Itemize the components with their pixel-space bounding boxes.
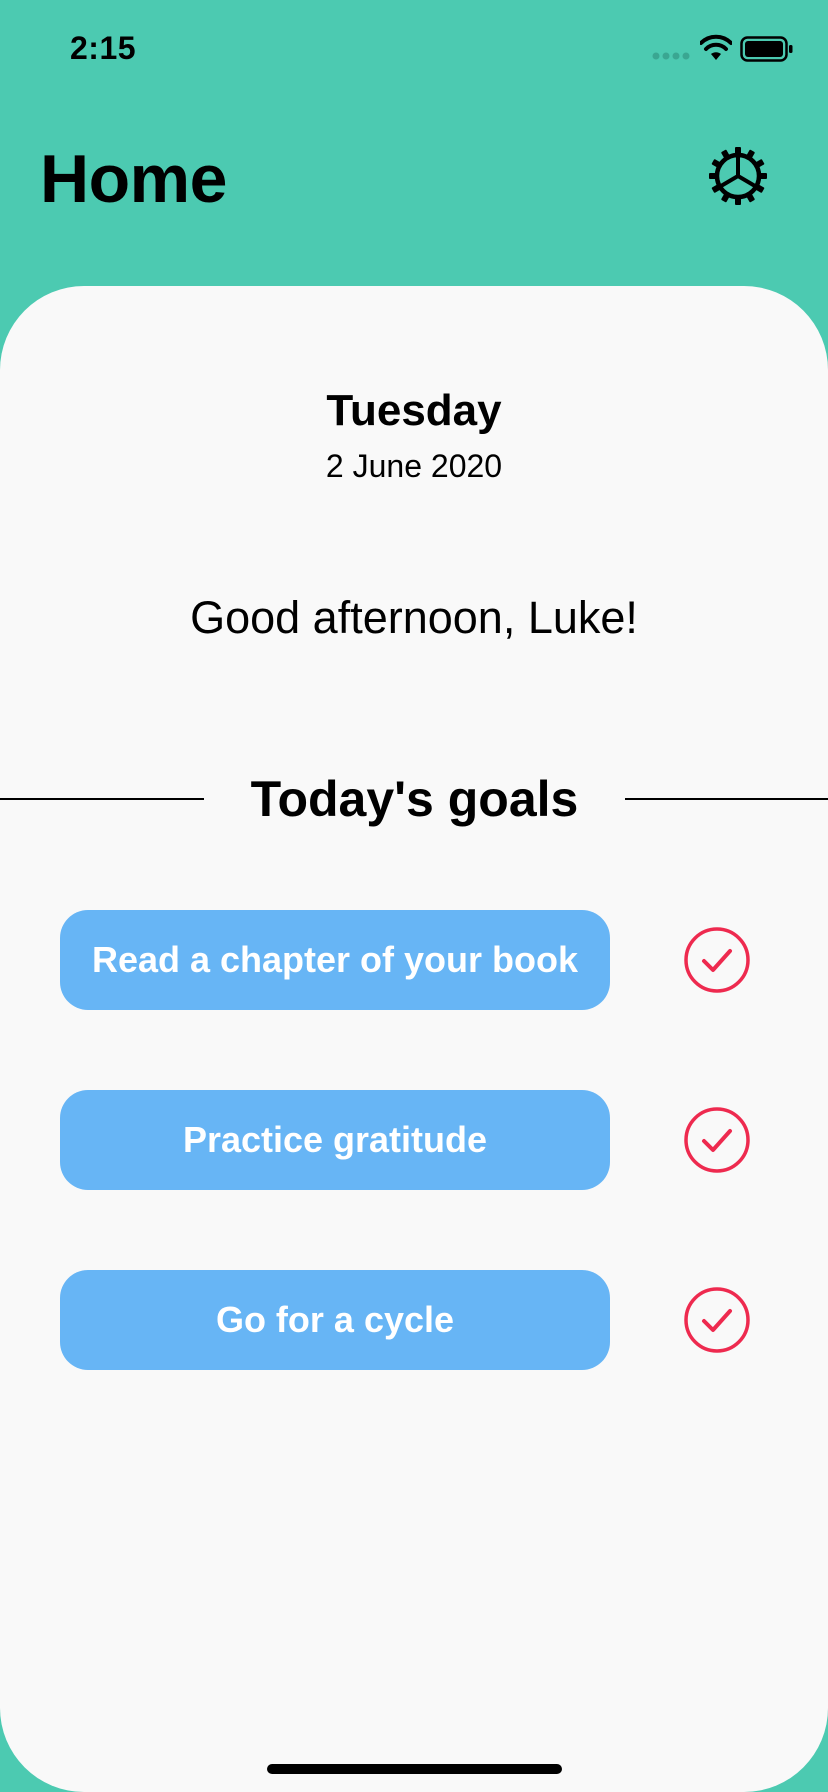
status-time: 2:15	[70, 30, 137, 66]
settings-button[interactable]	[706, 144, 770, 208]
goal-row: Read a chapter of your book	[60, 910, 768, 1010]
check-circle-icon[interactable]	[683, 1286, 751, 1354]
greeting-text: Good afternoon, Luke!	[190, 592, 638, 643]
goal-button[interactable]: Read a chapter of your book	[60, 910, 610, 1010]
home-indicator[interactable]	[267, 1764, 562, 1774]
section-divider-right	[625, 798, 828, 800]
gear-icon	[709, 147, 767, 205]
date-label: 2 June 2020	[325, 448, 503, 484]
page-title: Home	[40, 141, 227, 217]
battery-icon	[740, 36, 793, 62]
status-bar: 2:15	[0, 0, 828, 96]
home-card: Tuesday 2 June 2020 Good afternoon, Luke…	[0, 286, 828, 1792]
day-label: Tuesday	[326, 386, 502, 435]
goal-row: Go for a cycle	[60, 1270, 768, 1370]
goal-button[interactable]: Go for a cycle	[60, 1270, 610, 1370]
goal-button[interactable]: Practice gratitude	[60, 1090, 610, 1190]
cellular-signal-icon	[652, 52, 690, 60]
wifi-icon	[700, 34, 732, 60]
check-circle-icon[interactable]	[683, 926, 751, 994]
home-screen: 2:15 Home Tuesday 2 June 2020 Good after…	[0, 0, 828, 1792]
goals-section-title: Today's goals	[250, 771, 579, 827]
check-circle-icon[interactable]	[683, 1106, 751, 1174]
section-divider-left	[0, 798, 204, 800]
goal-row: Practice gratitude	[60, 1090, 768, 1190]
